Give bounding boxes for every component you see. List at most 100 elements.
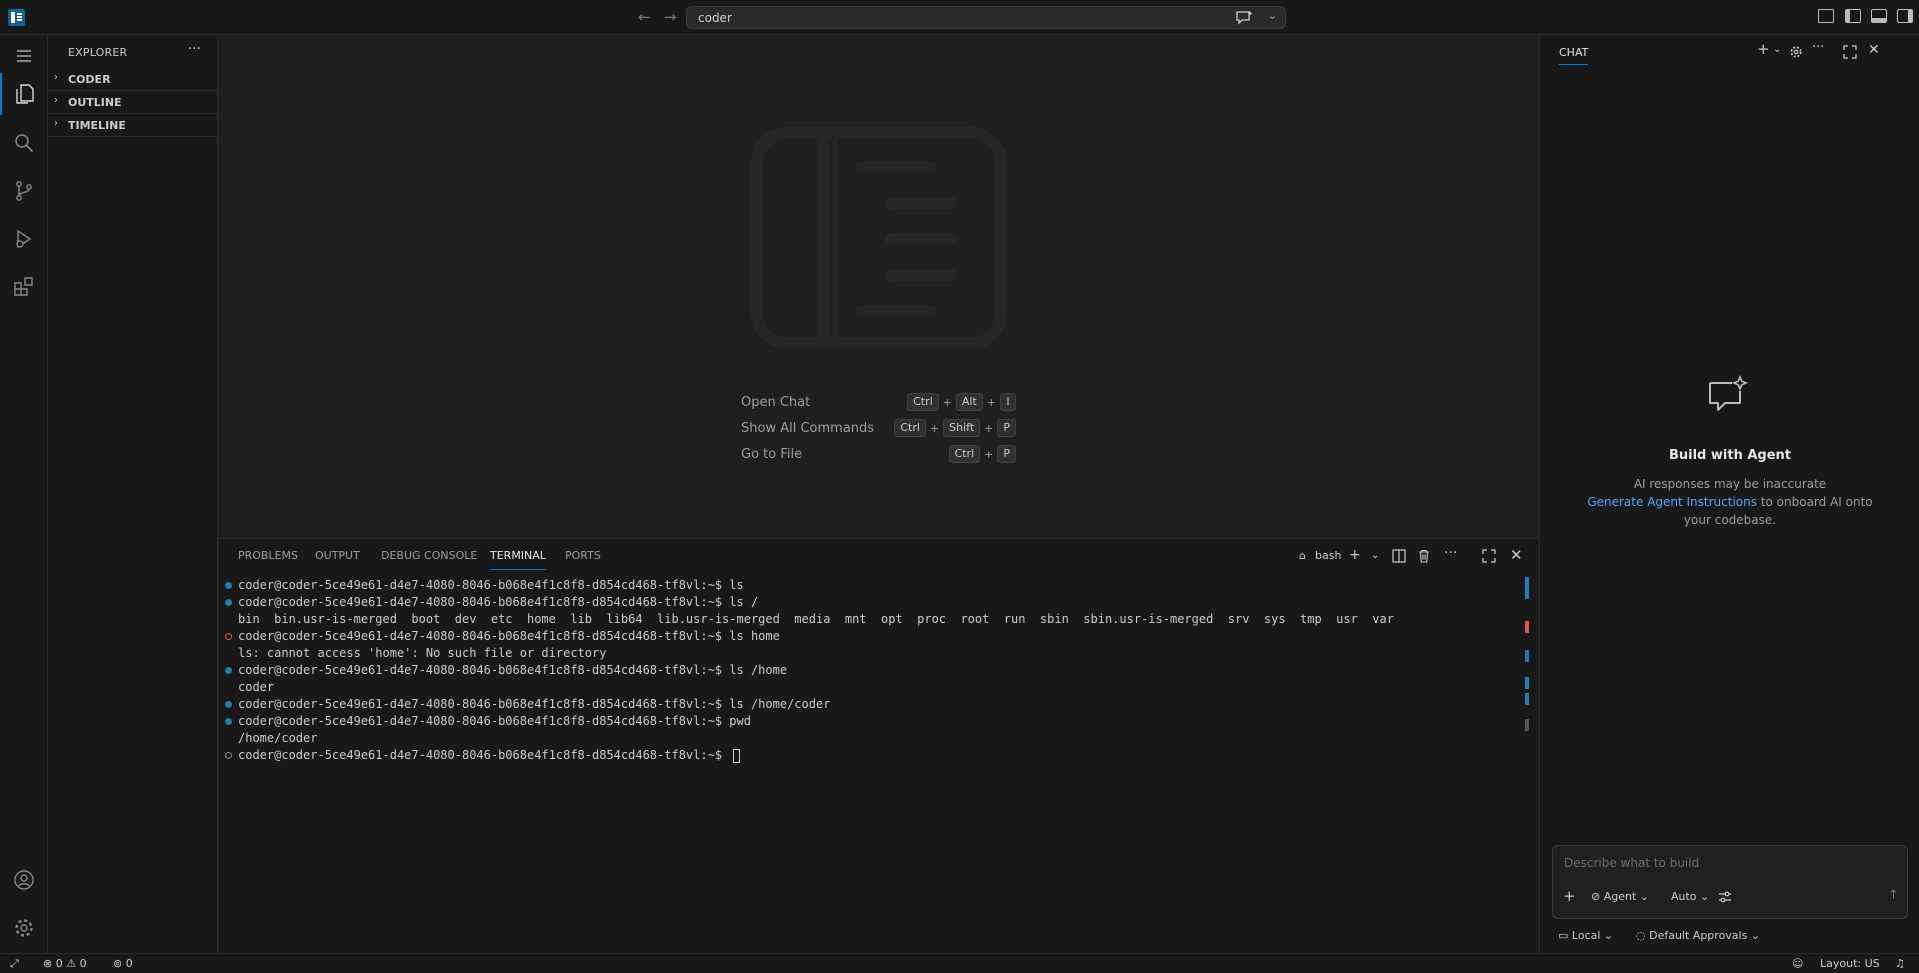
send-arrow-icon[interactable]: ↑ <box>1888 888 1899 903</box>
run-debug-icon[interactable] <box>0 218 48 260</box>
chevron-right-icon: › <box>54 95 58 106</box>
terminal-line: /home/coder <box>238 731 318 745</box>
approvals-label: Default Approvals <box>1649 929 1748 942</box>
command-success-icon[interactable] <box>225 718 232 725</box>
command-success-icon[interactable] <box>225 599 232 606</box>
terminal-line: coder@coder-5ce49e61-d4e7-4080-8046-b068… <box>219 713 1519 730</box>
close-icon[interactable]: ✕ <box>1510 546 1523 564</box>
tab-output[interactable]: OUTPUT <box>315 549 360 562</box>
copilot-icon[interactable]: ☺ <box>1792 957 1803 970</box>
command-center[interactable]: coder ⌄ <box>686 6 1286 29</box>
command-pending-icon <box>225 752 232 759</box>
editor-area[interactable]: Open Chat Ctrl + Alt + I Show All Commands… <box>219 35 1538 538</box>
explorer-sidebar: EXPLORER ··· › CODER › OUTLINE › TIMELIN… <box>48 35 218 953</box>
command-success-icon[interactable] <box>225 582 232 589</box>
terminal-prompt-line[interactable]: coder@coder-5ce49e61-d4e7-4080-8046-b068… <box>219 747 1519 764</box>
tab-terminal[interactable]: TERMINAL <box>490 549 546 570</box>
new-terminal-icon[interactable]: + <box>1349 547 1361 563</box>
agent-heading: Build with Agent <box>1668 448 1792 463</box>
error-icon: ⊗ <box>43 957 53 970</box>
section-timeline[interactable]: › TIMELINE <box>48 115 218 137</box>
command-success-icon[interactable] <box>225 701 232 708</box>
keycap: P <box>997 445 1016 463</box>
toggle-panel-icon[interactable] <box>1871 9 1887 23</box>
agent-description: AI responses may be inaccurate Generate … <box>1585 475 1875 529</box>
location-picker[interactable]: ▭ Local ⌄ <box>1558 929 1613 942</box>
search-icon[interactable] <box>0 122 48 164</box>
keycap: Alt <box>955 393 983 411</box>
forward-arrow-icon[interactable]: → <box>664 8 677 26</box>
chevron-right-icon: › <box>54 118 58 129</box>
new-chat-icon[interactable]: + <box>1757 40 1770 58</box>
source-control-icon[interactable] <box>0 170 48 212</box>
keyboard-layout[interactable]: Layout: US <box>1820 957 1880 970</box>
terminal-scrollbar-decorations[interactable] <box>1525 577 1530 937</box>
gear-icon[interactable] <box>0 907 48 949</box>
command-center-label: coder <box>698 11 732 25</box>
model-picker[interactable]: Auto ⌄ <box>1671 890 1709 903</box>
terminal-output[interactable]: coder@coder-5ce49e61-d4e7-4080-8046-b068… <box>219 577 1519 764</box>
tab-debug-console[interactable]: DEBUG CONSOLE <box>381 549 477 562</box>
customize-layout-icon[interactable] <box>1818 9 1834 23</box>
terminal-cursor <box>733 748 741 763</box>
explorer-icon[interactable] <box>0 73 48 115</box>
back-arrow-icon[interactable]: ← <box>638 8 651 26</box>
gear-icon[interactable] <box>1789 45 1803 59</box>
ports-status[interactable]: ⊚ 0 <box>113 957 133 970</box>
shortcut-show-all-commands[interactable]: Show All Commands Ctrl + Shift + P <box>741 416 1016 442</box>
more-actions-icon[interactable]: ··· <box>1444 545 1457 561</box>
shield-icon: ◌ <box>1636 929 1646 942</box>
chat-input-box[interactable]: Describe what to build + ⊘ Agent ⌄ Auto … <box>1552 845 1908 919</box>
toggle-primary-sidebar-icon[interactable] <box>1845 9 1861 23</box>
bottom-panel: PROBLEMS OUTPUT DEBUG CONSOLE TERMINAL P… <box>219 538 1538 953</box>
location-label: Local <box>1571 929 1601 942</box>
section-outline[interactable]: › OUTLINE <box>48 92 218 114</box>
command-success-icon[interactable] <box>225 667 232 674</box>
approvals-picker[interactable]: ◌ Default Approvals ⌄ <box>1636 929 1760 942</box>
tab-ports[interactable]: PORTS <box>565 549 601 562</box>
model-label: Auto <box>1671 890 1697 903</box>
more-actions-icon[interactable]: ··· <box>188 41 201 57</box>
add-context-icon[interactable]: + <box>1563 887 1576 905</box>
editor-watermark-icon <box>751 127 1007 349</box>
maximize-panel-icon[interactable] <box>1482 549 1496 563</box>
more-actions-icon[interactable]: ··· <box>1812 40 1824 55</box>
terminal-shell-label[interactable]: bash <box>1315 549 1341 562</box>
section-label: TIMELINE <box>68 119 126 132</box>
tools-icon[interactable] <box>1718 891 1732 903</box>
chevron-right-icon: › <box>54 72 58 83</box>
remote-icon[interactable]: ⤢ <box>10 957 19 971</box>
bell-icon[interactable]: ♫ <box>1895 957 1905 970</box>
shortcut-go-to-file[interactable]: Go to File Ctrl + P <box>741 442 1016 468</box>
keycap: Ctrl <box>907 393 939 411</box>
command-error-icon[interactable] <box>225 633 232 640</box>
chat-bubble-icon[interactable] <box>1233 9 1255 26</box>
accounts-icon[interactable] <box>0 859 48 901</box>
extensions-icon[interactable] <box>0 266 48 308</box>
chevron-down-icon[interactable]: ⌄ <box>1268 9 1277 22</box>
keycap: P <box>997 419 1016 437</box>
problems-status[interactable]: ⊗ 0 ⚠ 0 <box>43 957 87 970</box>
chat-input-placeholder[interactable]: Describe what to build <box>1564 856 1699 870</box>
menu-icon[interactable] <box>0 35 48 77</box>
toggle-secondary-sidebar-icon[interactable] <box>1897 9 1913 23</box>
generate-instructions-link[interactable]: Generate Agent Instructions <box>1587 495 1757 509</box>
terminal-line: ls: cannot access 'home': No such file o… <box>238 646 607 660</box>
chevron-down-icon[interactable]: ⌄ <box>1371 550 1379 561</box>
mode-picker[interactable]: ⊘ Agent ⌄ <box>1591 890 1649 903</box>
close-icon[interactable]: ✕ <box>1868 42 1880 58</box>
split-terminal-icon[interactable] <box>1392 549 1406 563</box>
section-coder[interactable]: › CODER <box>48 69 218 91</box>
chevron-down-icon[interactable]: ⌄ <box>1773 44 1781 55</box>
keycap: I <box>1000 393 1016 411</box>
trash-icon[interactable] <box>1417 549 1431 563</box>
shortcut-open-chat[interactable]: Open Chat Ctrl + Alt + I <box>741 390 1016 416</box>
app-logo-icon <box>8 9 25 26</box>
tab-problems[interactable]: PROBLEMS <box>238 549 298 562</box>
terminal-line: bin bin.usr-is-merged boot dev etc home … <box>238 612 1394 626</box>
chat-title[interactable]: CHAT <box>1559 46 1589 65</box>
section-label: CODER <box>68 73 111 86</box>
maximize-icon[interactable] <box>1843 45 1857 59</box>
error-count: 0 <box>55 957 63 970</box>
terminal-icon: ⌂ <box>1299 549 1306 562</box>
